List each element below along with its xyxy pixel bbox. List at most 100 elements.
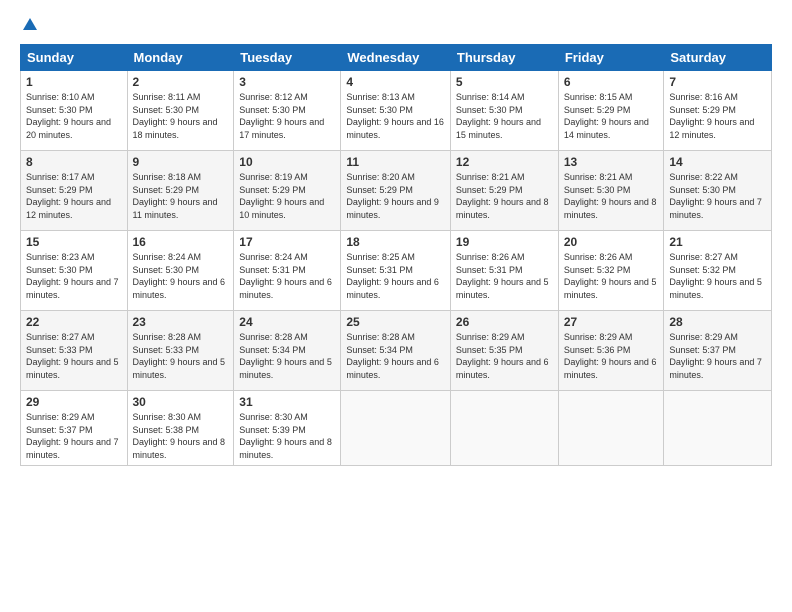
day-info: Sunrise: 8:24 AM Sunset: 5:30 PM Dayligh… bbox=[133, 252, 226, 300]
day-number: 18 bbox=[346, 235, 445, 249]
calendar-cell: 16 Sunrise: 8:24 AM Sunset: 5:30 PM Dayl… bbox=[127, 231, 234, 311]
day-info: Sunrise: 8:25 AM Sunset: 5:31 PM Dayligh… bbox=[346, 252, 439, 300]
day-number: 22 bbox=[26, 315, 122, 329]
day-info: Sunrise: 8:29 AM Sunset: 5:37 PM Dayligh… bbox=[669, 332, 762, 380]
day-number: 27 bbox=[564, 315, 659, 329]
weekday-header-sunday: Sunday bbox=[21, 45, 128, 71]
day-info: Sunrise: 8:12 AM Sunset: 5:30 PM Dayligh… bbox=[239, 92, 324, 140]
day-number: 9 bbox=[133, 155, 229, 169]
day-info: Sunrise: 8:23 AM Sunset: 5:30 PM Dayligh… bbox=[26, 252, 119, 300]
calendar-cell: 12 Sunrise: 8:21 AM Sunset: 5:29 PM Dayl… bbox=[450, 151, 558, 231]
calendar-cell: 10 Sunrise: 8:19 AM Sunset: 5:29 PM Dayl… bbox=[234, 151, 341, 231]
calendar-cell: 5 Sunrise: 8:14 AM Sunset: 5:30 PM Dayli… bbox=[450, 71, 558, 151]
day-info: Sunrise: 8:21 AM Sunset: 5:30 PM Dayligh… bbox=[564, 172, 657, 220]
day-info: Sunrise: 8:15 AM Sunset: 5:29 PM Dayligh… bbox=[564, 92, 649, 140]
weekday-header-tuesday: Tuesday bbox=[234, 45, 341, 71]
calendar-cell: 20 Sunrise: 8:26 AM Sunset: 5:32 PM Dayl… bbox=[558, 231, 664, 311]
day-info: Sunrise: 8:22 AM Sunset: 5:30 PM Dayligh… bbox=[669, 172, 762, 220]
calendar-cell: 15 Sunrise: 8:23 AM Sunset: 5:30 PM Dayl… bbox=[21, 231, 128, 311]
weekday-header-wednesday: Wednesday bbox=[341, 45, 451, 71]
day-info: Sunrise: 8:26 AM Sunset: 5:31 PM Dayligh… bbox=[456, 252, 549, 300]
day-info: Sunrise: 8:17 AM Sunset: 5:29 PM Dayligh… bbox=[26, 172, 111, 220]
weekday-header-saturday: Saturday bbox=[664, 45, 772, 71]
calendar-cell: 18 Sunrise: 8:25 AM Sunset: 5:31 PM Dayl… bbox=[341, 231, 451, 311]
day-info: Sunrise: 8:30 AM Sunset: 5:38 PM Dayligh… bbox=[133, 412, 226, 460]
calendar-cell: 23 Sunrise: 8:28 AM Sunset: 5:33 PM Dayl… bbox=[127, 311, 234, 391]
day-number: 24 bbox=[239, 315, 335, 329]
calendar: SundayMondayTuesdayWednesdayThursdayFrid… bbox=[20, 44, 772, 466]
day-number: 2 bbox=[133, 75, 229, 89]
day-info: Sunrise: 8:28 AM Sunset: 5:33 PM Dayligh… bbox=[133, 332, 226, 380]
calendar-cell: 27 Sunrise: 8:29 AM Sunset: 5:36 PM Dayl… bbox=[558, 311, 664, 391]
calendar-cell: 31 Sunrise: 8:30 AM Sunset: 5:39 PM Dayl… bbox=[234, 391, 341, 466]
calendar-cell: 25 Sunrise: 8:28 AM Sunset: 5:34 PM Dayl… bbox=[341, 311, 451, 391]
calendar-cell: 26 Sunrise: 8:29 AM Sunset: 5:35 PM Dayl… bbox=[450, 311, 558, 391]
weekday-header-row: SundayMondayTuesdayWednesdayThursdayFrid… bbox=[21, 45, 772, 71]
day-number: 1 bbox=[26, 75, 122, 89]
calendar-cell: 13 Sunrise: 8:21 AM Sunset: 5:30 PM Dayl… bbox=[558, 151, 664, 231]
calendar-cell: 14 Sunrise: 8:22 AM Sunset: 5:30 PM Dayl… bbox=[664, 151, 772, 231]
day-number: 8 bbox=[26, 155, 122, 169]
page: SundayMondayTuesdayWednesdayThursdayFrid… bbox=[0, 0, 792, 612]
day-info: Sunrise: 8:14 AM Sunset: 5:30 PM Dayligh… bbox=[456, 92, 541, 140]
day-number: 17 bbox=[239, 235, 335, 249]
calendar-cell: 30 Sunrise: 8:30 AM Sunset: 5:38 PM Dayl… bbox=[127, 391, 234, 466]
day-info: Sunrise: 8:27 AM Sunset: 5:33 PM Dayligh… bbox=[26, 332, 119, 380]
calendar-cell: 6 Sunrise: 8:15 AM Sunset: 5:29 PM Dayli… bbox=[558, 71, 664, 151]
day-info: Sunrise: 8:28 AM Sunset: 5:34 PM Dayligh… bbox=[346, 332, 439, 380]
calendar-cell bbox=[450, 391, 558, 466]
calendar-cell: 8 Sunrise: 8:17 AM Sunset: 5:29 PM Dayli… bbox=[21, 151, 128, 231]
calendar-cell: 2 Sunrise: 8:11 AM Sunset: 5:30 PM Dayli… bbox=[127, 71, 234, 151]
calendar-cell: 22 Sunrise: 8:27 AM Sunset: 5:33 PM Dayl… bbox=[21, 311, 128, 391]
calendar-cell: 11 Sunrise: 8:20 AM Sunset: 5:29 PM Dayl… bbox=[341, 151, 451, 231]
day-info: Sunrise: 8:27 AM Sunset: 5:32 PM Dayligh… bbox=[669, 252, 762, 300]
calendar-cell bbox=[664, 391, 772, 466]
day-number: 26 bbox=[456, 315, 553, 329]
logo-icon bbox=[21, 16, 39, 34]
day-number: 10 bbox=[239, 155, 335, 169]
day-number: 31 bbox=[239, 395, 335, 409]
day-info: Sunrise: 8:11 AM Sunset: 5:30 PM Dayligh… bbox=[133, 92, 218, 140]
day-info: Sunrise: 8:29 AM Sunset: 5:36 PM Dayligh… bbox=[564, 332, 657, 380]
calendar-cell: 3 Sunrise: 8:12 AM Sunset: 5:30 PM Dayli… bbox=[234, 71, 341, 151]
day-number: 19 bbox=[456, 235, 553, 249]
day-number: 7 bbox=[669, 75, 766, 89]
day-info: Sunrise: 8:10 AM Sunset: 5:30 PM Dayligh… bbox=[26, 92, 111, 140]
logo bbox=[20, 16, 40, 34]
calendar-cell bbox=[558, 391, 664, 466]
day-info: Sunrise: 8:21 AM Sunset: 5:29 PM Dayligh… bbox=[456, 172, 549, 220]
calendar-cell: 28 Sunrise: 8:29 AM Sunset: 5:37 PM Dayl… bbox=[664, 311, 772, 391]
day-number: 25 bbox=[346, 315, 445, 329]
calendar-cell: 7 Sunrise: 8:16 AM Sunset: 5:29 PM Dayli… bbox=[664, 71, 772, 151]
day-number: 12 bbox=[456, 155, 553, 169]
day-number: 16 bbox=[133, 235, 229, 249]
weekday-header-thursday: Thursday bbox=[450, 45, 558, 71]
day-number: 3 bbox=[239, 75, 335, 89]
calendar-cell: 19 Sunrise: 8:26 AM Sunset: 5:31 PM Dayl… bbox=[450, 231, 558, 311]
day-number: 20 bbox=[564, 235, 659, 249]
calendar-cell: 29 Sunrise: 8:29 AM Sunset: 5:37 PM Dayl… bbox=[21, 391, 128, 466]
calendar-cell: 4 Sunrise: 8:13 AM Sunset: 5:30 PM Dayli… bbox=[341, 71, 451, 151]
day-number: 23 bbox=[133, 315, 229, 329]
day-info: Sunrise: 8:30 AM Sunset: 5:39 PM Dayligh… bbox=[239, 412, 332, 460]
calendar-cell: 17 Sunrise: 8:24 AM Sunset: 5:31 PM Dayl… bbox=[234, 231, 341, 311]
day-number: 30 bbox=[133, 395, 229, 409]
day-number: 5 bbox=[456, 75, 553, 89]
day-info: Sunrise: 8:20 AM Sunset: 5:29 PM Dayligh… bbox=[346, 172, 439, 220]
day-number: 21 bbox=[669, 235, 766, 249]
day-info: Sunrise: 8:24 AM Sunset: 5:31 PM Dayligh… bbox=[239, 252, 332, 300]
day-info: Sunrise: 8:28 AM Sunset: 5:34 PM Dayligh… bbox=[239, 332, 332, 380]
day-number: 29 bbox=[26, 395, 122, 409]
day-info: Sunrise: 8:29 AM Sunset: 5:35 PM Dayligh… bbox=[456, 332, 549, 380]
day-info: Sunrise: 8:13 AM Sunset: 5:30 PM Dayligh… bbox=[346, 92, 444, 140]
day-info: Sunrise: 8:16 AM Sunset: 5:29 PM Dayligh… bbox=[669, 92, 754, 140]
weekday-header-monday: Monday bbox=[127, 45, 234, 71]
day-number: 6 bbox=[564, 75, 659, 89]
calendar-cell: 9 Sunrise: 8:18 AM Sunset: 5:29 PM Dayli… bbox=[127, 151, 234, 231]
day-info: Sunrise: 8:18 AM Sunset: 5:29 PM Dayligh… bbox=[133, 172, 218, 220]
day-number: 11 bbox=[346, 155, 445, 169]
day-number: 28 bbox=[669, 315, 766, 329]
day-number: 13 bbox=[564, 155, 659, 169]
day-info: Sunrise: 8:26 AM Sunset: 5:32 PM Dayligh… bbox=[564, 252, 657, 300]
day-number: 14 bbox=[669, 155, 766, 169]
